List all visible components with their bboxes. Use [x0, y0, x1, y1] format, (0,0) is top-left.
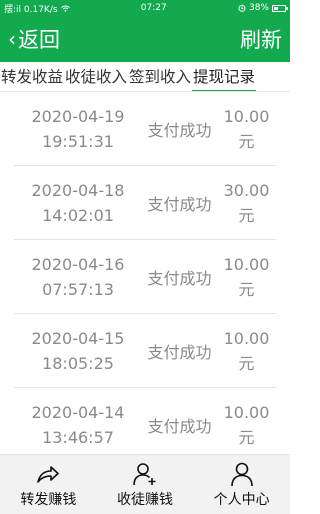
record-datetime: 2020-04-19 19:51:31: [14, 104, 142, 154]
record-date: 2020-04-14: [31, 402, 125, 422]
nav-profile-label: 个人中心: [213, 491, 270, 508]
record-date: 2020-04-16: [31, 254, 125, 274]
record-amount: 10.00: [223, 106, 270, 126]
chevron-left-icon: ‹: [8, 27, 16, 51]
list-item: 2020-04-15 18:05:25 支付成功 10.00 元: [14, 314, 276, 388]
record-amount-cell: 10.00 元: [217, 104, 276, 154]
nav-share-earn-label: 转发赚钱: [20, 491, 77, 508]
tab-share-earnings[interactable]: 转发收益: [0, 62, 64, 91]
nav-apprentice-earn[interactable]: 收徒赚钱: [97, 455, 194, 514]
list-item: 2020-04-14 13:46:57 支付成功 10.00 元: [14, 388, 276, 454]
record-amount: 30.00: [223, 180, 270, 200]
record-datetime: 2020-04-14 13:46:57: [14, 400, 142, 450]
record-date: 2020-04-15: [31, 328, 125, 348]
nav-share-earn[interactable]: 转发赚钱: [0, 455, 97, 514]
nav-profile[interactable]: 个人中心: [193, 455, 290, 514]
record-time: 18:05:25: [42, 353, 114, 373]
record-amount: 10.00: [223, 402, 270, 422]
tab-apprentice-income[interactable]: 收徒收入: [64, 62, 128, 91]
nav-apprentice-earn-label: 收徒赚钱: [117, 491, 173, 508]
record-amount-cell: 10.00 元: [217, 326, 276, 376]
list-item: 2020-04-19 19:51:31 支付成功 10.00 元: [14, 92, 276, 166]
list-item: 2020-04-16 07:57:13 支付成功 10.00 元: [14, 240, 276, 314]
record-amount-cell: 10.00 元: [217, 252, 276, 302]
network-speed: 摆:il 0.17K/s: [4, 4, 58, 15]
record-date: 2020-04-19: [31, 106, 125, 126]
record-amount: 10.00: [223, 328, 270, 348]
battery-percent: 38%: [248, 3, 269, 13]
record-unit: 元: [238, 353, 255, 373]
withdraw-record-list[interactable]: 2020-04-19 19:51:31 支付成功 10.00 元 2020-04…: [0, 92, 290, 454]
tab-checkin-income[interactable]: 签到收入: [128, 62, 192, 91]
record-time: 07:57:13: [42, 279, 114, 299]
alarm-icon: [238, 4, 246, 12]
user-icon: [230, 462, 253, 486]
status-time: 07:27: [140, 3, 167, 13]
record-time: 19:51:31: [42, 131, 114, 151]
wifi-icon: [60, 5, 70, 12]
record-status: 支付成功: [147, 194, 212, 214]
record-amount: 10.00: [223, 254, 270, 274]
record-unit: 元: [238, 205, 255, 225]
app-header: ‹ 返回 刷新: [0, 16, 290, 62]
add-user-icon: [133, 462, 156, 485]
list-item: 2020-04-18 14:02:01 支付成功 30.00 元: [14, 166, 276, 240]
status-bar-right: 38%: [238, 3, 288, 13]
record-unit: 元: [238, 279, 255, 299]
tab-withdraw-records[interactable]: 提现记录: [192, 62, 257, 91]
record-amount-cell: 30.00 元: [217, 178, 276, 228]
status-bar-left: 摆:il 0.17K/s: [4, 2, 70, 15]
tab-bar: 转发收益 收徒收入 签到收入 提现记录: [0, 62, 290, 92]
record-date: 2020-04-18: [31, 180, 125, 200]
refresh-button[interactable]: 刷新: [240, 24, 282, 54]
record-status: 支付成功: [147, 268, 212, 288]
record-unit: 元: [238, 427, 255, 447]
record-time: 14:02:01: [42, 205, 114, 225]
record-unit: 元: [238, 131, 255, 151]
battery-icon: [271, 4, 288, 12]
status-bar: 摆:il 0.17K/s 07:27 38%: [0, 0, 290, 16]
record-amount-cell: 10.00 元: [217, 400, 276, 450]
bottom-nav: 转发赚钱 收徒赚钱 个人中心: [0, 454, 290, 514]
record-status: 支付成功: [147, 416, 212, 436]
share-icon: [37, 465, 60, 483]
back-button[interactable]: ‹ 返回: [8, 24, 60, 54]
back-label: 返回: [18, 28, 60, 52]
record-status: 支付成功: [147, 342, 212, 362]
record-datetime: 2020-04-16 07:57:13: [14, 252, 142, 302]
record-time: 13:46:57: [42, 427, 114, 447]
record-datetime: 2020-04-15 18:05:25: [14, 326, 142, 376]
record-status: 支付成功: [147, 120, 212, 140]
record-datetime: 2020-04-18 14:02:01: [14, 178, 142, 228]
